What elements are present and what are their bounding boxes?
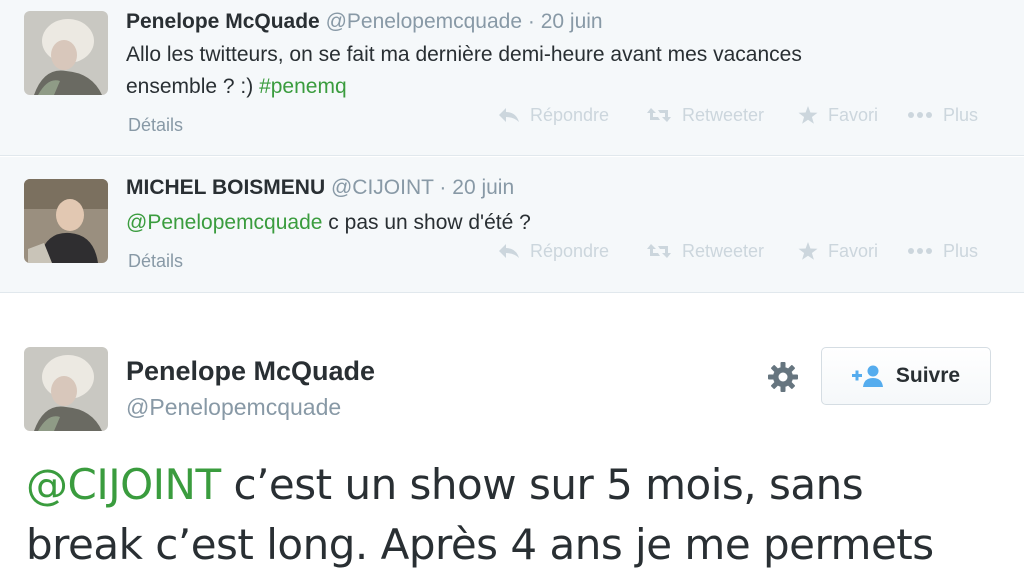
mention-link[interactable]: @Penelopemcquade — [126, 211, 322, 234]
reply-button[interactable]: Répondre — [498, 241, 609, 262]
follow-label: Suivre — [895, 364, 961, 387]
favorite-button[interactable]: Favori — [798, 241, 878, 262]
author-name[interactable]: Penelope McQuade — [126, 356, 375, 387]
tweet-text: @Penelopemcquade c pas un show d'été ? — [126, 207, 531, 239]
tweet-text-rest: c pas un show d'été ? — [322, 211, 531, 234]
meta-separator: · — [527, 10, 535, 33]
reply-icon — [499, 244, 519, 258]
context-tweet: Penelope McQuade @Penelopemcquade · 20 j… — [0, 0, 1024, 156]
author-handle[interactable]: @CIJOINT — [331, 176, 434, 199]
more-button[interactable]: Plus — [907, 241, 978, 262]
more-button[interactable]: Plus — [907, 105, 978, 126]
reply-label: Répondre — [530, 104, 610, 125]
details-link[interactable]: Détails — [128, 115, 183, 136]
avatar[interactable] — [24, 347, 108, 431]
favorite-label: Favori — [828, 104, 879, 125]
avatar[interactable] — [24, 11, 108, 95]
main-text-line2: break c’est long. Après 4 ans je me perm… — [26, 520, 934, 569]
author-name[interactable]: Penelope McQuade — [126, 10, 320, 33]
favorite-label: Favori — [828, 240, 879, 261]
main-tweet-text: @CIJOINT c’est un show sur 5 mois, sans … — [26, 455, 1016, 575]
user-avatar-icon — [24, 347, 108, 431]
tweet-text-line1: Allo les twitteurs, on se fait ma derniè… — [126, 43, 802, 66]
follow-button[interactable]: Suivre — [821, 347, 991, 405]
more-dots-icon — [908, 112, 932, 118]
mention-link[interactable]: @CIJOINT — [26, 460, 221, 509]
favorite-button[interactable]: Favori — [798, 105, 878, 126]
reply-label: Répondre — [530, 240, 610, 261]
user-avatar-icon — [24, 179, 108, 263]
add-user-icon — [851, 365, 883, 387]
more-label: Plus — [943, 104, 979, 125]
more-dots-icon — [908, 248, 932, 254]
tweet-header: MICHEL BOISMENU @CIJOINT · 20 juin — [126, 176, 514, 200]
user-avatar-icon — [24, 11, 108, 95]
retweet-label: Retweeter — [682, 104, 765, 125]
gear-icon — [768, 362, 798, 392]
author-name[interactable]: MICHEL BOISMENU — [126, 176, 325, 199]
retweet-icon — [647, 108, 671, 122]
reply-button[interactable]: Répondre — [498, 105, 609, 126]
tweet-date[interactable]: 20 juin — [541, 10, 603, 33]
author-handle[interactable]: @Penelopemcquade — [326, 10, 522, 33]
retweet-label: Retweeter — [682, 240, 765, 261]
details-link[interactable]: Détails — [128, 251, 183, 272]
tweet-date[interactable]: 20 juin — [452, 176, 514, 199]
author-handle[interactable]: @Penelopemcquade — [126, 394, 341, 421]
main-text-line1: c’est un show sur 5 mois, sans — [220, 460, 864, 509]
avatar[interactable] — [24, 179, 108, 263]
retweet-icon — [647, 244, 671, 258]
more-label: Plus — [943, 240, 979, 261]
star-icon — [798, 106, 818, 124]
tweet-header: Penelope McQuade @Penelopemcquade · 20 j… — [126, 10, 603, 34]
retweet-button[interactable]: Retweeter — [646, 105, 764, 126]
meta-separator: · — [439, 176, 447, 199]
tweet-text-line2: ensemble ? :) — [126, 75, 260, 98]
tweet-text: Allo les twitteurs, on se fait ma derniè… — [126, 39, 802, 103]
context-tweet: MICHEL BOISMENU @CIJOINT · 20 juin @Pene… — [0, 157, 1024, 293]
reply-icon — [499, 108, 519, 122]
retweet-button[interactable]: Retweeter — [646, 241, 764, 262]
star-icon — [798, 242, 818, 260]
hashtag-link[interactable]: #penemq — [259, 75, 347, 98]
settings-button[interactable] — [766, 360, 800, 394]
